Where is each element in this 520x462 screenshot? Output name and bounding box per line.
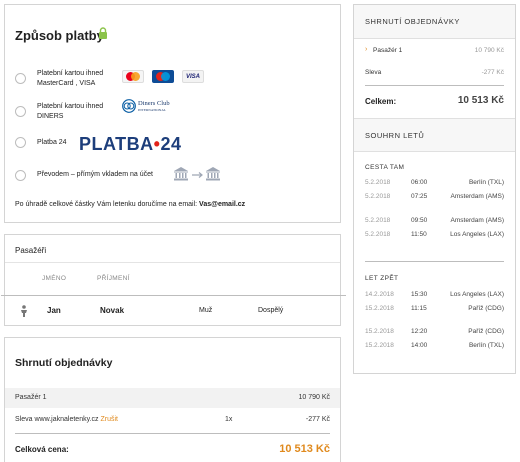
order-summary-title: Shrnutí objednávky — [15, 357, 113, 369]
divider — [365, 85, 504, 86]
payment-option-card[interactable]: Platební kartou ihned MasterCard , VISA … — [15, 68, 335, 94]
radio-transfer[interactable] — [15, 170, 26, 181]
customer-email: Vas@email.cz — [199, 201, 246, 208]
passenger-first-name: Jan — [47, 306, 61, 315]
mastercard-logo — [122, 70, 144, 83]
side-flights-header: SOUHRN LETŮ — [354, 118, 515, 152]
platba24-logo: PLATBA•24 — [79, 134, 182, 154]
divider — [365, 261, 504, 262]
payment-option-label: Platba 24 — [37, 139, 67, 146]
payment-option-label: Platební kartou ihned MasterCard , VISA — [37, 70, 104, 87]
payment-option-label: Převodem – přímým vkladem na účet — [37, 171, 153, 178]
summary-discount-label: Sleva www.jaknaletenky.cz Zrušit — [15, 416, 118, 423]
passenger-type: Dospělý — [258, 307, 284, 314]
maestro-logo — [152, 70, 174, 83]
summary-passenger-price: 10 790 Kč — [298, 394, 330, 401]
payment-panel: Způsob platby Platební kartou ihned Mast… — [4, 4, 341, 223]
side-total-price: 10 513 Kč — [457, 95, 504, 106]
side-total-label: Celkem: — [365, 97, 397, 106]
lock-icon — [99, 27, 107, 39]
cancel-discount-link[interactable]: Zrušit — [100, 416, 118, 423]
visa-logo: VISA — [182, 70, 204, 83]
person-icon — [21, 305, 27, 317]
radio-diners[interactable] — [15, 106, 26, 117]
side-summary-panel: SHRNUTÍ OBJEDNÁVKY › Pasažér 1 10 790 Kč… — [353, 4, 516, 374]
payment-option-platba24[interactable]: Platba 24 PLATBA•24 — [15, 134, 335, 162]
order-summary-panel: Shrnutí objednávky Pasažér 1 10 790 Kč S… — [4, 337, 341, 462]
passenger-last-name: Novak — [100, 306, 125, 315]
divider — [15, 433, 330, 434]
side-order-header: SHRNUTÍ OBJEDNÁVKY — [354, 5, 515, 39]
return-label: LET ZPĚT — [365, 275, 399, 282]
bank-transfer-icon — [174, 167, 220, 181]
outbound-label: CESTA TAM — [365, 164, 405, 171]
payment-note: Po úhradě celkové částky Vám letenku dor… — [15, 201, 246, 208]
payment-option-label: Platební kartou ihned DINERS — [37, 103, 104, 120]
summary-discount-qty: 1x — [225, 416, 233, 423]
side-pax-label: Pasažér 1 — [373, 47, 403, 54]
summary-discount-price: -277 Kč — [305, 416, 330, 423]
total-label: Celková cena: — [15, 445, 69, 454]
passengers-title: Pasažéři — [15, 246, 47, 255]
passenger-gender: Muž — [199, 307, 213, 314]
divider — [5, 262, 340, 263]
diners-club-logo: Diners Club INTERNATIONAL — [122, 98, 174, 115]
summary-passenger-label: Pasažér 1 — [15, 394, 47, 401]
divider — [1, 295, 346, 296]
summary-row-passenger: Pasažér 1 10 790 Kč — [5, 388, 340, 408]
payment-option-transfer[interactable]: Převodem – přímým vkladem na účet — [15, 167, 335, 194]
column-first-name: JMÉNO — [42, 275, 67, 282]
chevron-right-icon: › — [365, 46, 368, 53]
total-price: 10 513 Kč — [279, 443, 330, 455]
radio-platba24[interactable] — [15, 137, 26, 148]
side-discount-price: -277 Kč — [481, 69, 504, 76]
payment-option-diners[interactable]: Platební kartou ihned DINERS Diners Club… — [15, 98, 335, 127]
column-last-name: PŘÍJMENÍ — [97, 275, 130, 282]
side-pax-price: 10 790 Kč — [474, 47, 504, 54]
payment-title: Způsob platby — [15, 28, 104, 43]
side-discount-label: Sleva — [365, 69, 382, 76]
passengers-panel: Pasažéři JMÉNO PŘÍJMENÍ Jan Novak Muž Do… — [1, 234, 346, 326]
radio-card[interactable] — [15, 73, 26, 84]
